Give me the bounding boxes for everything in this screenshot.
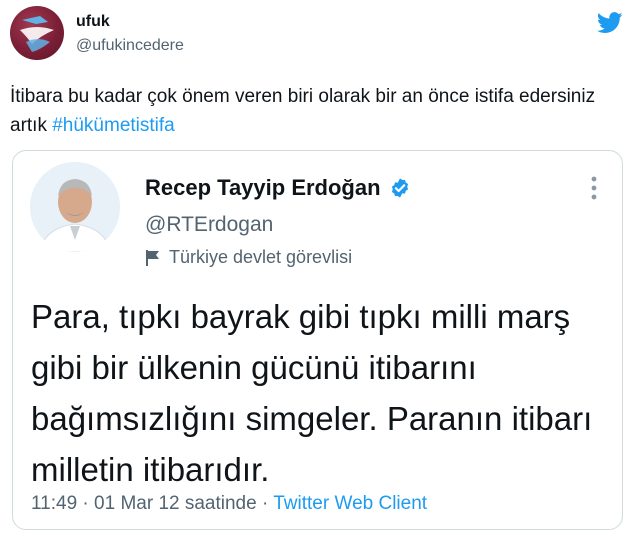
avatar[interactable]	[10, 6, 64, 60]
hashtag-link[interactable]: #hükümetistifa	[52, 115, 175, 136]
portrait-image	[30, 162, 120, 252]
quoted-display-name[interactable]: Recep Tayyip Erdoğan	[145, 175, 381, 201]
twitter-bird-icon	[597, 12, 623, 33]
tweet-meta: 11:49 · 01 Mar 12 saatinde · Twitter Web…	[31, 493, 427, 515]
quoted-display-name-row[interactable]: Recep Tayyip Erdoğan	[145, 175, 411, 201]
more-vertical-icon[interactable]	[590, 175, 598, 201]
outer-tweet-text: İtibara bu kadar çok önem veren biri ola…	[10, 82, 625, 140]
verified-badge-icon	[391, 178, 408, 198]
meta-separator: ·	[261, 493, 269, 514]
outer-handle[interactable]: @ufukincedere	[76, 37, 184, 55]
outer-display-name[interactable]: ufuk	[76, 13, 110, 31]
quoted-tweet-text: Para, tıpkı bayrak gibi tıpkı milli marş…	[31, 298, 593, 488]
government-label-text: Türkiye devlet görevlisi	[169, 247, 353, 267]
quoted-tweet-card[interactable]: Recep Tayyip Erdoğan @RTErdogan Türkiye …	[12, 150, 623, 530]
tweet-time[interactable]: 11:49	[31, 493, 77, 514]
quoted-avatar[interactable]	[30, 162, 120, 252]
quoted-handle[interactable]: @RTErdogan	[145, 213, 273, 237]
meta-separator: ·	[82, 493, 89, 514]
flag-icon	[146, 249, 159, 266]
government-label[interactable]: Türkiye devlet görevlisi	[145, 247, 352, 268]
client-link[interactable]: Twitter Web Client	[273, 493, 427, 514]
tweet-date[interactable]: 01 Mar 12 saatinde	[94, 493, 257, 514]
outer-tweet-header: ufuk @ufukincedere	[10, 6, 625, 66]
team-logo-icon	[20, 16, 54, 52]
